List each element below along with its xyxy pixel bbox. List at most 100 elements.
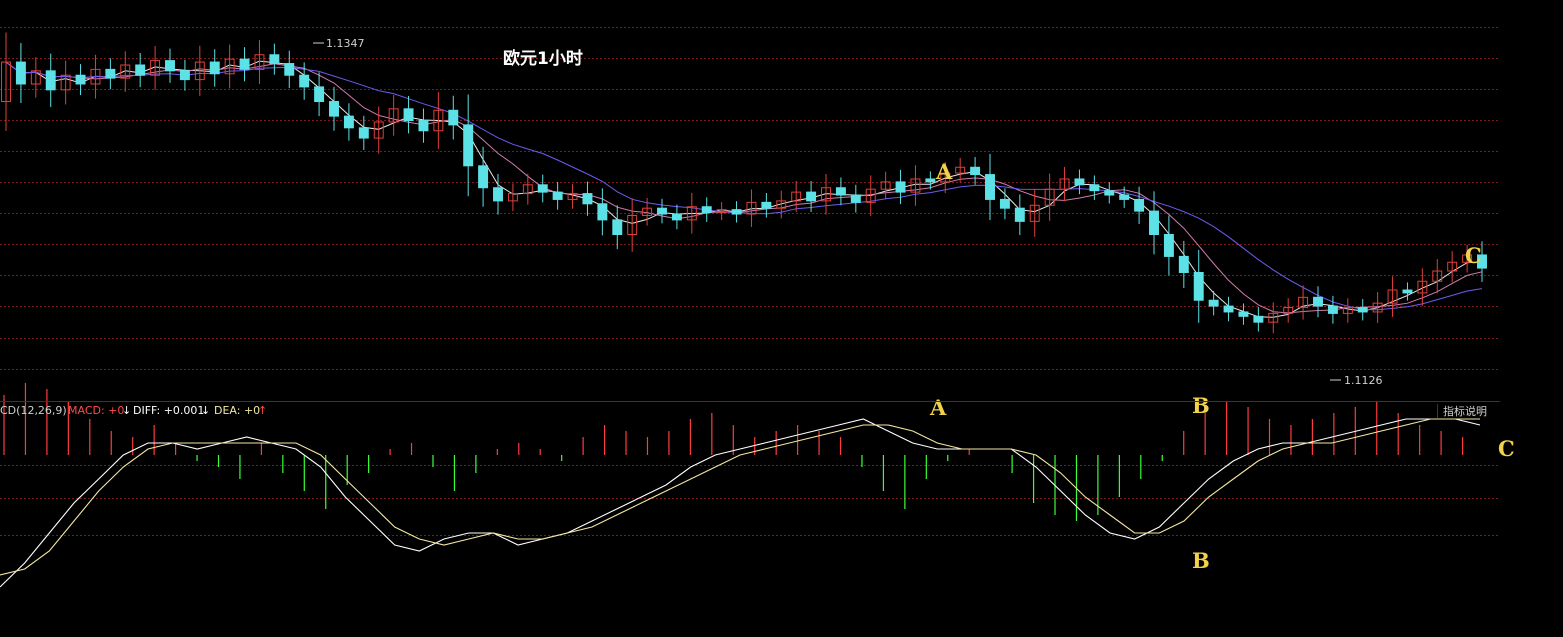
candle	[209, 49, 220, 87]
indicator-help-label: 指标说明	[1443, 404, 1487, 418]
candle	[45, 53, 56, 108]
candle-body	[209, 61, 220, 75]
candle-body	[314, 86, 325, 103]
candle	[731, 201, 742, 223]
candle	[895, 169, 906, 205]
forex-chart: 欧元1小时 1.1347 1.1126 A C A B C B CD(12,26…	[0, 0, 1563, 637]
indicator-legend: CD(12,26,9) MACD: +0 ↓ DIFF: +0.001 ↓ DE…	[0, 404, 267, 417]
candle	[582, 181, 593, 216]
macd-value: MACD: +0	[68, 404, 124, 417]
gridlines	[0, 27, 1500, 536]
high-value-label: 1.1347	[326, 37, 365, 50]
candle-body	[165, 60, 175, 72]
candle-body	[1238, 311, 1249, 317]
candle	[1342, 298, 1353, 323]
candle	[657, 198, 667, 224]
candle-body	[970, 166, 981, 176]
candle-body	[537, 184, 548, 193]
candle-body	[925, 178, 936, 183]
candle	[552, 181, 563, 210]
candle-body	[582, 193, 593, 205]
candle	[880, 171, 891, 200]
candle-body	[1119, 194, 1130, 200]
candle-body	[45, 70, 56, 91]
candle	[269, 43, 280, 75]
candle	[1432, 259, 1443, 294]
moving-averages	[5, 60, 1483, 318]
wave-label-c-macd: C	[1498, 436, 1515, 461]
wave-label-a-macd: A	[929, 395, 947, 420]
candle	[567, 184, 578, 209]
candle	[1402, 282, 1413, 301]
dea-value: DEA: +0	[214, 404, 260, 417]
candle-body	[448, 109, 459, 126]
candle-body	[999, 198, 1010, 209]
candle-body	[1208, 299, 1219, 307]
candle-body	[1074, 178, 1085, 186]
macd-arrow: ↓	[122, 404, 131, 417]
candle	[284, 50, 295, 89]
candle	[1298, 285, 1309, 320]
candle-body	[358, 127, 369, 139]
candle-body	[1178, 255, 1189, 273]
candle-body	[179, 70, 190, 81]
candle	[850, 184, 861, 213]
low-marker: 1.1126	[1330, 374, 1383, 387]
candle-body	[1149, 210, 1159, 235]
wave-label-c-price: C	[1465, 243, 1482, 268]
candle-body	[895, 181, 906, 193]
indicator-name: CD(12,26,9)	[0, 404, 67, 417]
candle-body	[1253, 315, 1264, 323]
candle-body	[284, 63, 295, 76]
candle-body	[343, 115, 354, 129]
macd-lines	[0, 418, 1481, 588]
candle-body	[105, 68, 116, 79]
candle	[1313, 286, 1323, 318]
candle-body	[1193, 271, 1204, 301]
candle	[314, 72, 325, 117]
candle-body	[418, 120, 429, 132]
candle-body	[269, 54, 280, 65]
candle	[1372, 292, 1383, 324]
candle	[388, 95, 399, 136]
candle-body	[850, 194, 861, 203]
candle-body	[657, 207, 667, 215]
candle-body	[701, 206, 712, 214]
candle	[1327, 295, 1338, 324]
candle-body	[552, 191, 563, 200]
candle	[418, 108, 429, 143]
wave-label-a-price: A	[935, 159, 953, 184]
candle-body	[299, 74, 310, 88]
candle-body	[463, 124, 474, 167]
candle	[179, 59, 190, 91]
candle-body	[1402, 289, 1413, 294]
candle	[537, 174, 548, 203]
candle	[970, 157, 981, 185]
candle	[1163, 215, 1174, 276]
candle-body	[135, 64, 146, 76]
candle	[627, 198, 638, 252]
candle	[1104, 182, 1115, 204]
candle	[478, 146, 489, 207]
candle	[1208, 290, 1219, 316]
indicator-help-button[interactable]: 指标说明	[1437, 404, 1488, 418]
candle	[75, 64, 86, 96]
wave-label-b-bottom: B	[1192, 548, 1210, 573]
candle-body	[806, 191, 817, 202]
candle	[597, 188, 608, 236]
candle	[701, 197, 712, 222]
candle-body	[612, 219, 623, 235]
ma-long-line	[5, 61, 1483, 311]
candle-body	[493, 187, 503, 202]
candle	[1387, 276, 1398, 317]
candle	[30, 57, 41, 98]
low-value-label: 1.1126	[1344, 374, 1383, 387]
candle	[612, 205, 623, 250]
candle-body	[835, 187, 846, 196]
candle	[165, 48, 175, 83]
candle	[403, 95, 414, 134]
candle	[671, 204, 682, 230]
candle-body	[761, 201, 772, 209]
candle	[1014, 194, 1025, 236]
candle-body	[15, 61, 26, 85]
